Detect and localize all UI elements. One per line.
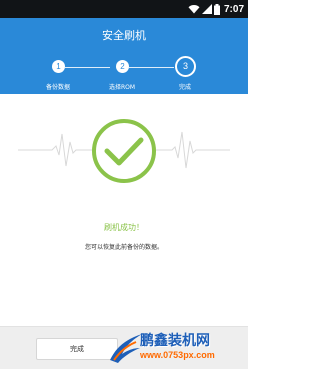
step-1-circle: 1 (52, 60, 65, 73)
status-icons: 7:07 (188, 2, 244, 16)
watermark-title: 鹏鑫装机网 (140, 333, 210, 349)
step-3-label: 完成 (178, 84, 191, 91)
step-1-label: 备份数据 (45, 84, 70, 91)
watermark-logo (110, 334, 142, 363)
battery-icon (213, 3, 220, 15)
success-description: 您可以恢复此前备份的数据。 (84, 244, 163, 251)
watermark: 鹏鑫装机网 www.0753px.com (108, 326, 248, 368)
status-time: 7:07 (223, 3, 244, 15)
status-bar: 7:07 (0, 0, 248, 18)
wifi-icon (188, 5, 200, 14)
checkmark-icon (92, 119, 156, 183)
watermark-url: www.0753px.com (140, 350, 215, 360)
step-2-label: 选择ROM (108, 84, 136, 91)
signal-icon (201, 4, 212, 14)
step-2-circle: 2 (116, 60, 129, 73)
step-connector-2 (129, 67, 174, 68)
success-title: 刷机成功！ (104, 223, 144, 232)
step-3-circle: 3 (175, 56, 196, 77)
step-connector-1 (65, 67, 110, 68)
page-title: 安全刷机 (102, 29, 146, 42)
header: 安全刷机 1 2 3 备份数据 选择ROM 完成 (0, 18, 248, 94)
done-button[interactable]: 完成 (36, 338, 118, 360)
